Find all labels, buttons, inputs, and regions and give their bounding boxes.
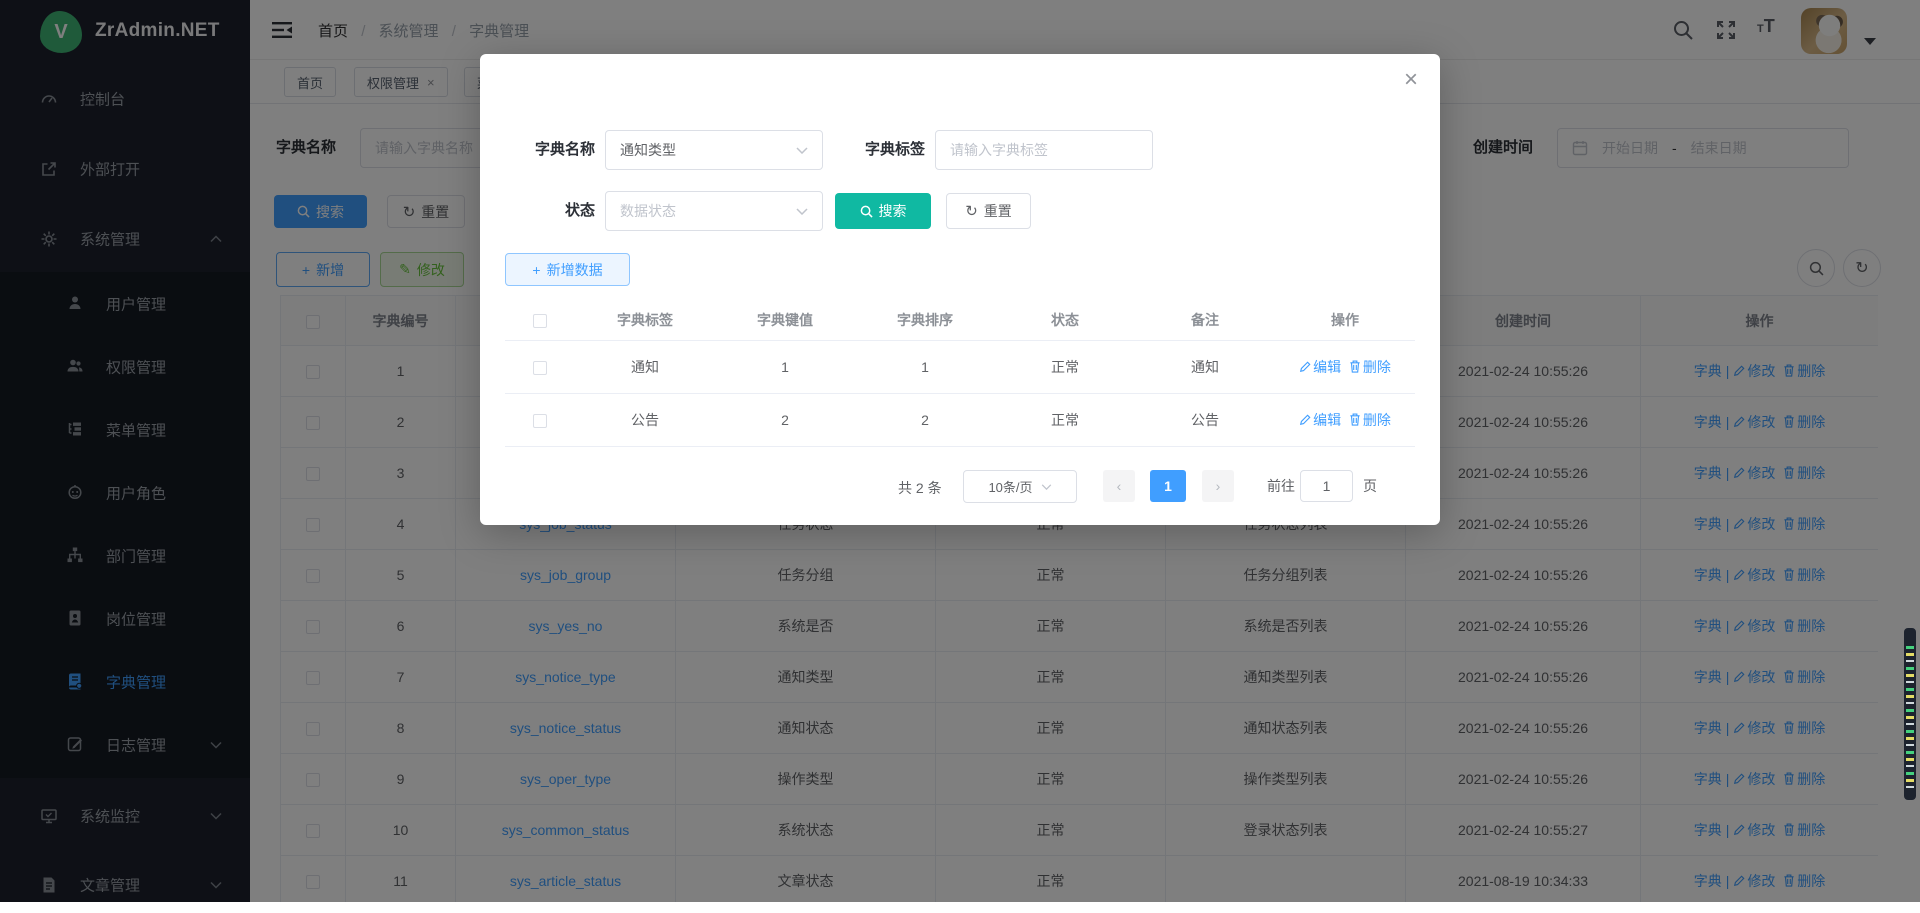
delete-link[interactable]: 删除 bbox=[1349, 412, 1391, 428]
total-count: 共 2 条 bbox=[898, 478, 942, 498]
col-status: 状态 bbox=[995, 300, 1135, 340]
search-icon bbox=[860, 205, 873, 218]
goto-page-input[interactable]: 1 bbox=[1300, 470, 1353, 502]
delete-icon bbox=[1349, 360, 1361, 373]
col-dict-label: 字典标签 bbox=[575, 300, 715, 340]
page-scrollbar[interactable] bbox=[1904, 628, 1916, 800]
modal-dict-label-label: 字典标签 bbox=[835, 130, 925, 170]
delete-icon bbox=[1349, 413, 1361, 426]
modal-table-header-row: 字典标签 字典键值 字典排序 状态 备注 操作 bbox=[505, 300, 1415, 340]
delete-link[interactable]: 删除 bbox=[1349, 359, 1391, 375]
row-checkbox[interactable] bbox=[533, 361, 547, 375]
edit-link[interactable]: 编辑 bbox=[1299, 412, 1341, 428]
modal-status-select[interactable]: 数据状态 bbox=[605, 191, 823, 231]
modal-add-data-button[interactable]: +新增数据 bbox=[505, 253, 630, 286]
col-dict-sort: 字典排序 bbox=[855, 300, 995, 340]
chevron-down-icon bbox=[796, 208, 808, 215]
prev-page-button[interactable]: ‹ bbox=[1103, 470, 1135, 502]
modal-table-row: 公告 2 2 正常 公告 编辑 删除 bbox=[505, 393, 1415, 446]
chevron-down-icon bbox=[1041, 484, 1052, 490]
close-icon[interactable]: × bbox=[1404, 66, 1418, 94]
dict-data-table: 字典标签 字典键值 字典排序 状态 备注 操作 通知 1 1 正常 通知 编辑 … bbox=[505, 300, 1415, 447]
dict-data-dialog: × 字典名称 通知类型 字典标签 请输入字典标签 状态 数据状态 搜索 ↻ 重置… bbox=[480, 54, 1440, 525]
refresh-icon: ↻ bbox=[965, 202, 978, 220]
chevron-down-icon bbox=[796, 147, 808, 154]
select-all-checkbox[interactable] bbox=[533, 314, 547, 328]
page-number-1[interactable]: 1 bbox=[1150, 470, 1186, 502]
plus-icon: + bbox=[532, 262, 540, 278]
page-size-select[interactable]: 10条/页 bbox=[963, 470, 1077, 503]
modal-table-row: 通知 1 1 正常 通知 编辑 删除 bbox=[505, 340, 1415, 393]
col-ops: 操作 bbox=[1275, 300, 1415, 340]
col-remark: 备注 bbox=[1135, 300, 1275, 340]
col-dict-value: 字典键值 bbox=[715, 300, 855, 340]
modal-dict-name-label: 字典名称 bbox=[505, 130, 595, 170]
modal-dict-label-input[interactable]: 请输入字典标签 bbox=[935, 130, 1153, 170]
edit-icon bbox=[1299, 414, 1311, 426]
edit-icon bbox=[1299, 361, 1311, 373]
modal-reset-button[interactable]: ↻ 重置 bbox=[946, 193, 1031, 229]
edit-link[interactable]: 编辑 bbox=[1299, 359, 1341, 375]
next-page-button[interactable]: › bbox=[1202, 470, 1234, 502]
modal-status-label: 状态 bbox=[505, 191, 595, 231]
modal-search-button[interactable]: 搜索 bbox=[835, 193, 931, 229]
row-checkbox[interactable] bbox=[533, 414, 547, 428]
modal-dict-name-select[interactable]: 通知类型 bbox=[605, 130, 823, 170]
